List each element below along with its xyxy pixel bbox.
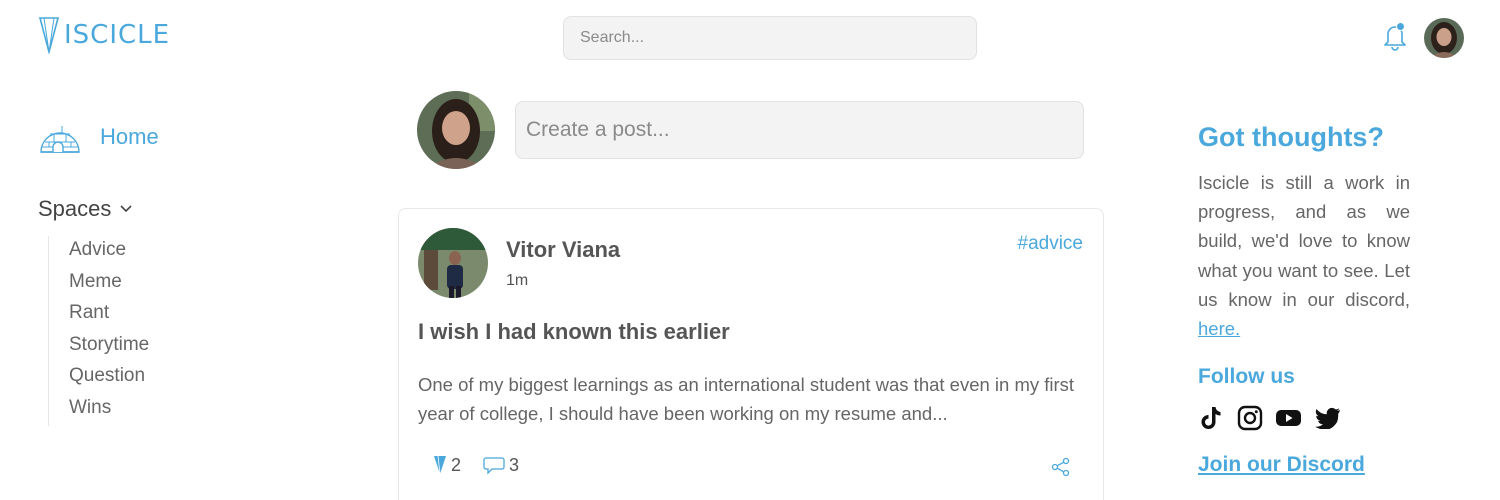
tiktok-link[interactable] (1197, 404, 1224, 431)
spaces-toggle[interactable]: Spaces (38, 196, 133, 222)
youtube-icon (1276, 409, 1301, 426)
create-post-input[interactable] (515, 101, 1084, 159)
post-body: One of my biggest learnings as an intern… (418, 374, 1075, 424)
user-avatar[interactable] (1424, 18, 1464, 58)
notification-dot (1396, 22, 1405, 31)
comment-icon (483, 457, 505, 475)
share-icon (1051, 457, 1070, 477)
youtube-link[interactable] (1275, 404, 1302, 431)
composer-avatar (417, 91, 495, 169)
post-card[interactable]: Vitor Viana 1m #advice I wish I had know… (398, 208, 1104, 500)
nav-home[interactable]: Home (38, 120, 159, 154)
social-links (1197, 404, 1341, 431)
twitter-icon (1314, 407, 1340, 429)
icicle-like-icon (434, 455, 446, 475)
bell-icon (1384, 26, 1406, 51)
follow-us-heading: Follow us (1198, 365, 1295, 388)
like-button[interactable]: 2 (433, 454, 461, 476)
igloo-icon (40, 126, 80, 153)
space-item-wins[interactable]: Wins (69, 394, 149, 426)
spaces-list: Advice Meme Rant Storytime Question Wins (48, 236, 149, 426)
notifications-button[interactable] (1380, 20, 1410, 52)
post-title[interactable]: I wish I had known this earlier (418, 319, 730, 345)
chevron-down-icon (120, 205, 132, 213)
post-author[interactable]: Vitor Viana (506, 237, 620, 263)
join-discord-link[interactable]: Join our Discord (1198, 453, 1365, 477)
share-button[interactable] (1051, 457, 1071, 482)
space-item-advice[interactable]: Advice (69, 236, 149, 268)
spaces-label: Spaces (38, 196, 112, 221)
thoughts-heading: Got thoughts? (1198, 122, 1384, 152)
post-tag[interactable]: #advice (1018, 233, 1084, 255)
post-actions: 2 3 (433, 454, 541, 476)
twitter-link[interactable] (1314, 404, 1341, 431)
comment-count: 3 (509, 454, 520, 475)
space-item-rant[interactable]: Rant (69, 299, 149, 331)
space-item-meme[interactable]: Meme (69, 268, 149, 300)
logo-text: ISCICLE (64, 20, 171, 50)
discord-here-link[interactable]: here. (1198, 318, 1240, 339)
comment-button[interactable]: 3 (483, 455, 519, 476)
instagram-link[interactable] (1236, 404, 1263, 431)
space-item-question[interactable]: Question (69, 362, 149, 394)
tiktok-icon (1201, 406, 1220, 429)
search-input[interactable] (563, 16, 977, 60)
thoughts-text: Iscicle is still a work in progress, and… (1198, 168, 1410, 343)
space-item-storytime[interactable]: Storytime (69, 331, 149, 363)
like-count: 2 (451, 454, 462, 475)
post-author-avatar[interactable] (418, 228, 488, 298)
nav-home-label: Home (100, 124, 159, 149)
logo[interactable]: ISCICLE (38, 16, 170, 54)
icicle-logo-icon (38, 17, 60, 54)
thoughts-paragraph: Iscicle is still a work in progress, and… (1198, 172, 1410, 310)
post-time: 1m (506, 272, 529, 289)
instagram-icon (1237, 405, 1262, 430)
